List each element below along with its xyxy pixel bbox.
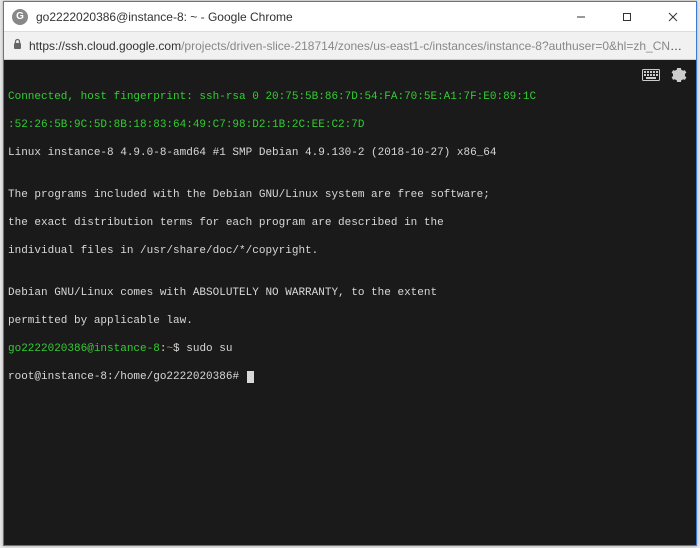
terminal-line: The programs included with the Debian GN… bbox=[8, 188, 692, 202]
maximize-button[interactable] bbox=[604, 2, 650, 32]
window-controls bbox=[558, 2, 696, 31]
url-path: /projects/driven-slice-218714/zones/us-e… bbox=[181, 39, 688, 53]
titlebar[interactable]: G go2222020386@instance-8: ~ - Google Ch… bbox=[4, 2, 696, 32]
terminal-toolbar bbox=[642, 66, 688, 84]
prompt-end: $ bbox=[173, 343, 186, 355]
terminal[interactable]: Connected, host fingerprint: ssh-rsa 0 2… bbox=[4, 60, 696, 545]
terminal-line: :52:26:5B:9C:5D:8B:18:83:64:49:C7:98:D2:… bbox=[8, 118, 692, 132]
url-text[interactable]: https://ssh.cloud.google.com/projects/dr… bbox=[29, 39, 688, 53]
keyboard-icon[interactable] bbox=[642, 66, 660, 84]
command-text: sudo su bbox=[186, 343, 232, 355]
terminal-line: Connected, host fingerprint: ssh-rsa 0 2… bbox=[8, 90, 692, 104]
terminal-prompt-line: go2222020386@instance-8:~$ sudo su bbox=[8, 342, 692, 356]
prompt-user: go2222020386@instance-8 bbox=[8, 343, 160, 355]
window-title: go2222020386@instance-8: ~ - Google Chro… bbox=[36, 10, 558, 24]
terminal-line: Linux instance-8 4.9.0-8-amd64 #1 SMP De… bbox=[8, 146, 692, 160]
prompt-user: root@instance-8: bbox=[8, 371, 114, 383]
close-button[interactable] bbox=[650, 2, 696, 32]
url-host: https://ssh.cloud.google.com bbox=[29, 39, 181, 53]
lock-icon bbox=[12, 38, 23, 53]
terminal-prompt-line: root@instance-8:/home/go2222020386# bbox=[8, 370, 692, 384]
terminal-line: the exact distribution terms for each pr… bbox=[8, 216, 692, 230]
minimize-button[interactable] bbox=[558, 2, 604, 32]
address-bar[interactable]: https://ssh.cloud.google.com/projects/dr… bbox=[4, 32, 696, 60]
chrome-window: G go2222020386@instance-8: ~ - Google Ch… bbox=[3, 1, 697, 546]
favicon-icon: G bbox=[12, 9, 28, 25]
cursor-icon bbox=[247, 371, 254, 383]
terminal-line: permitted by applicable law. bbox=[8, 314, 692, 328]
gear-icon[interactable] bbox=[670, 66, 688, 84]
prompt-path: /home/go2222020386 bbox=[114, 371, 233, 383]
terminal-line: Debian GNU/Linux comes with ABSOLUTELY N… bbox=[8, 286, 692, 300]
prompt-end: # bbox=[232, 371, 245, 383]
terminal-line: individual files in /usr/share/doc/*/cop… bbox=[8, 244, 692, 258]
